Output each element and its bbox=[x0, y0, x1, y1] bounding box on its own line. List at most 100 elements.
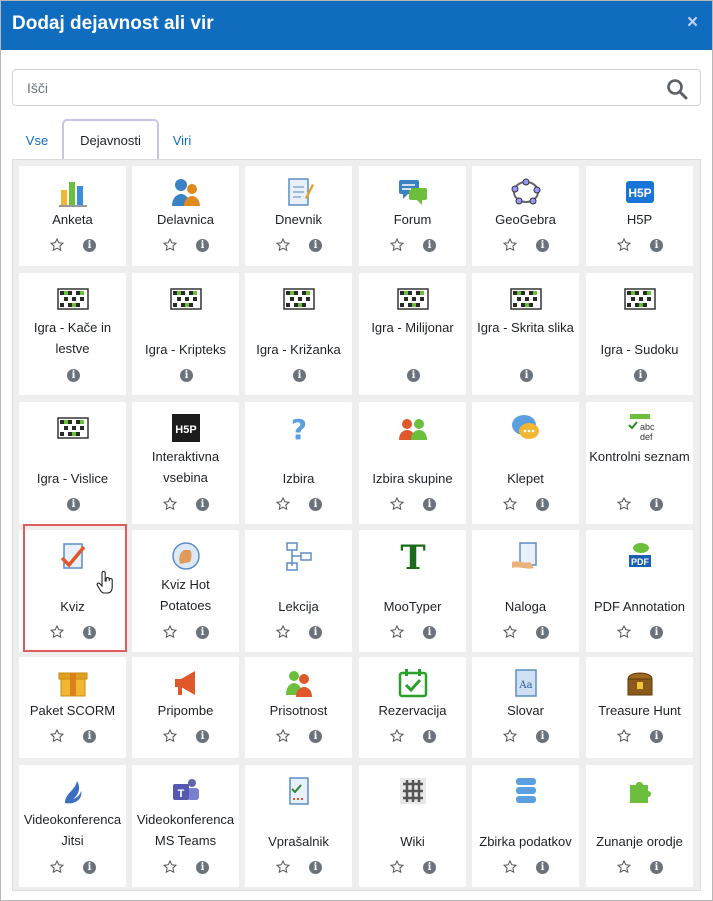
star-icon[interactable] bbox=[390, 238, 404, 252]
activity-card[interactable]: Rezervacija i bbox=[359, 657, 466, 758]
star-icon[interactable] bbox=[390, 625, 404, 639]
star-icon[interactable] bbox=[503, 729, 517, 743]
activity-card[interactable]: Zbirka podatkov i bbox=[472, 765, 579, 887]
info-icon[interactable]: i bbox=[536, 498, 549, 511]
info-icon[interactable]: i bbox=[67, 369, 80, 382]
activity-card[interactable]: Klepet i bbox=[472, 402, 579, 524]
activity-card[interactable]: Wiki i bbox=[359, 765, 466, 887]
activity-card[interactable]: Forum i bbox=[359, 166, 466, 266]
search-icon[interactable] bbox=[666, 78, 688, 100]
tab-activities[interactable]: Dejavnosti bbox=[62, 119, 159, 159]
info-icon[interactable]: i bbox=[423, 861, 436, 874]
info-icon[interactable]: i bbox=[423, 626, 436, 639]
tab-all[interactable]: Vse bbox=[12, 125, 62, 159]
activity-card[interactable]: Pripombe i bbox=[132, 657, 239, 758]
info-icon[interactable]: i bbox=[293, 369, 306, 382]
tab-resources[interactable]: Viri bbox=[159, 125, 205, 159]
star-icon[interactable] bbox=[50, 729, 64, 743]
star-icon[interactable] bbox=[163, 497, 177, 511]
activity-card[interactable]: H5P Interaktivna vsebina i bbox=[132, 402, 239, 524]
star-icon[interactable] bbox=[503, 497, 517, 511]
activity-card[interactable]: Anketa i bbox=[19, 166, 126, 266]
activity-card[interactable]: ? Izbira i bbox=[245, 402, 352, 524]
star-icon[interactable] bbox=[390, 860, 404, 874]
info-icon[interactable]: i bbox=[650, 626, 663, 639]
info-icon[interactable]: i bbox=[423, 239, 436, 252]
info-icon[interactable]: i bbox=[67, 498, 80, 511]
star-icon[interactable] bbox=[276, 497, 290, 511]
info-icon[interactable]: i bbox=[309, 498, 322, 511]
info-icon[interactable]: i bbox=[180, 369, 193, 382]
activity-card[interactable]: GeoGebra i bbox=[472, 166, 579, 266]
info-icon[interactable]: i bbox=[536, 626, 549, 639]
activity-card[interactable]: Paket SCORM i bbox=[19, 657, 126, 758]
info-icon[interactable]: i bbox=[650, 239, 663, 252]
search-input[interactable]: Išči bbox=[12, 69, 701, 106]
activity-card[interactable]: Zunanje orodje i bbox=[586, 765, 693, 887]
info-icon[interactable]: i bbox=[196, 498, 209, 511]
activity-card[interactable]: Igra - Vislice i bbox=[19, 402, 126, 524]
info-icon[interactable]: i bbox=[634, 369, 647, 382]
activity-card[interactable]: Videokonferenca Jitsi i bbox=[19, 765, 126, 887]
info-icon[interactable]: i bbox=[83, 861, 96, 874]
star-icon[interactable] bbox=[390, 729, 404, 743]
star-icon[interactable] bbox=[163, 238, 177, 252]
info-icon[interactable]: i bbox=[650, 861, 663, 874]
activity-card[interactable]: Igra - Križanka i bbox=[245, 273, 352, 395]
activity-card[interactable]: Vprašalnik i bbox=[245, 765, 352, 887]
activity-card[interactable]: Treasure Hunt i bbox=[586, 657, 693, 758]
star-icon[interactable] bbox=[50, 238, 64, 252]
star-icon[interactable] bbox=[163, 860, 177, 874]
star-icon[interactable] bbox=[503, 625, 517, 639]
activity-card[interactable]: Kviz Hot Potatoes i bbox=[132, 530, 239, 652]
star-icon[interactable] bbox=[617, 497, 631, 511]
info-icon[interactable]: i bbox=[309, 861, 322, 874]
info-icon[interactable]: i bbox=[423, 730, 436, 743]
activity-card[interactable]: Igra - Skrita slika i bbox=[472, 273, 579, 395]
activity-card[interactable]: T MooTyper i bbox=[359, 530, 466, 652]
info-icon[interactable]: i bbox=[83, 239, 96, 252]
activity-card[interactable]: T Videokonferenca MS Teams i bbox=[132, 765, 239, 887]
info-icon[interactable]: i bbox=[536, 239, 549, 252]
activity-card[interactable]: Igra - Milijonar i bbox=[359, 273, 466, 395]
star-icon[interactable] bbox=[276, 625, 290, 639]
star-icon[interactable] bbox=[617, 238, 631, 252]
info-icon[interactable]: i bbox=[309, 626, 322, 639]
activity-card[interactable]: Igra - Sudoku i bbox=[586, 273, 693, 395]
star-icon[interactable] bbox=[163, 729, 177, 743]
activity-card[interactable]: Aa Slovar i bbox=[472, 657, 579, 758]
star-icon[interactable] bbox=[503, 238, 517, 252]
info-icon[interactable]: i bbox=[196, 861, 209, 874]
activity-card[interactable]: Prisotnost i bbox=[245, 657, 352, 758]
info-icon[interactable]: i bbox=[309, 730, 322, 743]
info-icon[interactable]: i bbox=[83, 730, 96, 743]
activity-card[interactable]: Izbira skupine i bbox=[359, 402, 466, 524]
activity-card[interactable]: Dnevnik i bbox=[245, 166, 352, 266]
star-icon[interactable] bbox=[276, 729, 290, 743]
star-icon[interactable] bbox=[276, 860, 290, 874]
info-icon[interactable]: i bbox=[650, 730, 663, 743]
activity-card[interactable]: abc def Kontrolni seznam i bbox=[586, 402, 693, 524]
info-icon[interactable]: i bbox=[196, 730, 209, 743]
info-icon[interactable]: i bbox=[520, 369, 533, 382]
close-icon[interactable]: × bbox=[687, 12, 703, 34]
activity-card[interactable]: Igra - Kripteks i bbox=[132, 273, 239, 395]
info-icon[interactable]: i bbox=[196, 239, 209, 252]
activity-card[interactable]: Lekcija i bbox=[245, 530, 352, 652]
activity-card[interactable]: H5P H5P i bbox=[586, 166, 693, 266]
info-icon[interactable]: i bbox=[407, 369, 420, 382]
star-icon[interactable] bbox=[163, 625, 177, 639]
activity-card[interactable]: PDF PDF Annotation i bbox=[586, 530, 693, 652]
star-icon[interactable] bbox=[617, 729, 631, 743]
star-icon[interactable] bbox=[50, 860, 64, 874]
activity-card[interactable]: Delavnica i bbox=[132, 166, 239, 266]
info-icon[interactable]: i bbox=[536, 730, 549, 743]
star-icon[interactable] bbox=[617, 860, 631, 874]
activity-card[interactable]: Naloga i bbox=[472, 530, 579, 652]
info-icon[interactable]: i bbox=[196, 626, 209, 639]
star-icon[interactable] bbox=[276, 238, 290, 252]
activity-card[interactable]: Igra - Kače in lestve i bbox=[19, 273, 126, 395]
info-icon[interactable]: i bbox=[536, 861, 549, 874]
star-icon[interactable] bbox=[617, 625, 631, 639]
info-icon[interactable]: i bbox=[650, 498, 663, 511]
